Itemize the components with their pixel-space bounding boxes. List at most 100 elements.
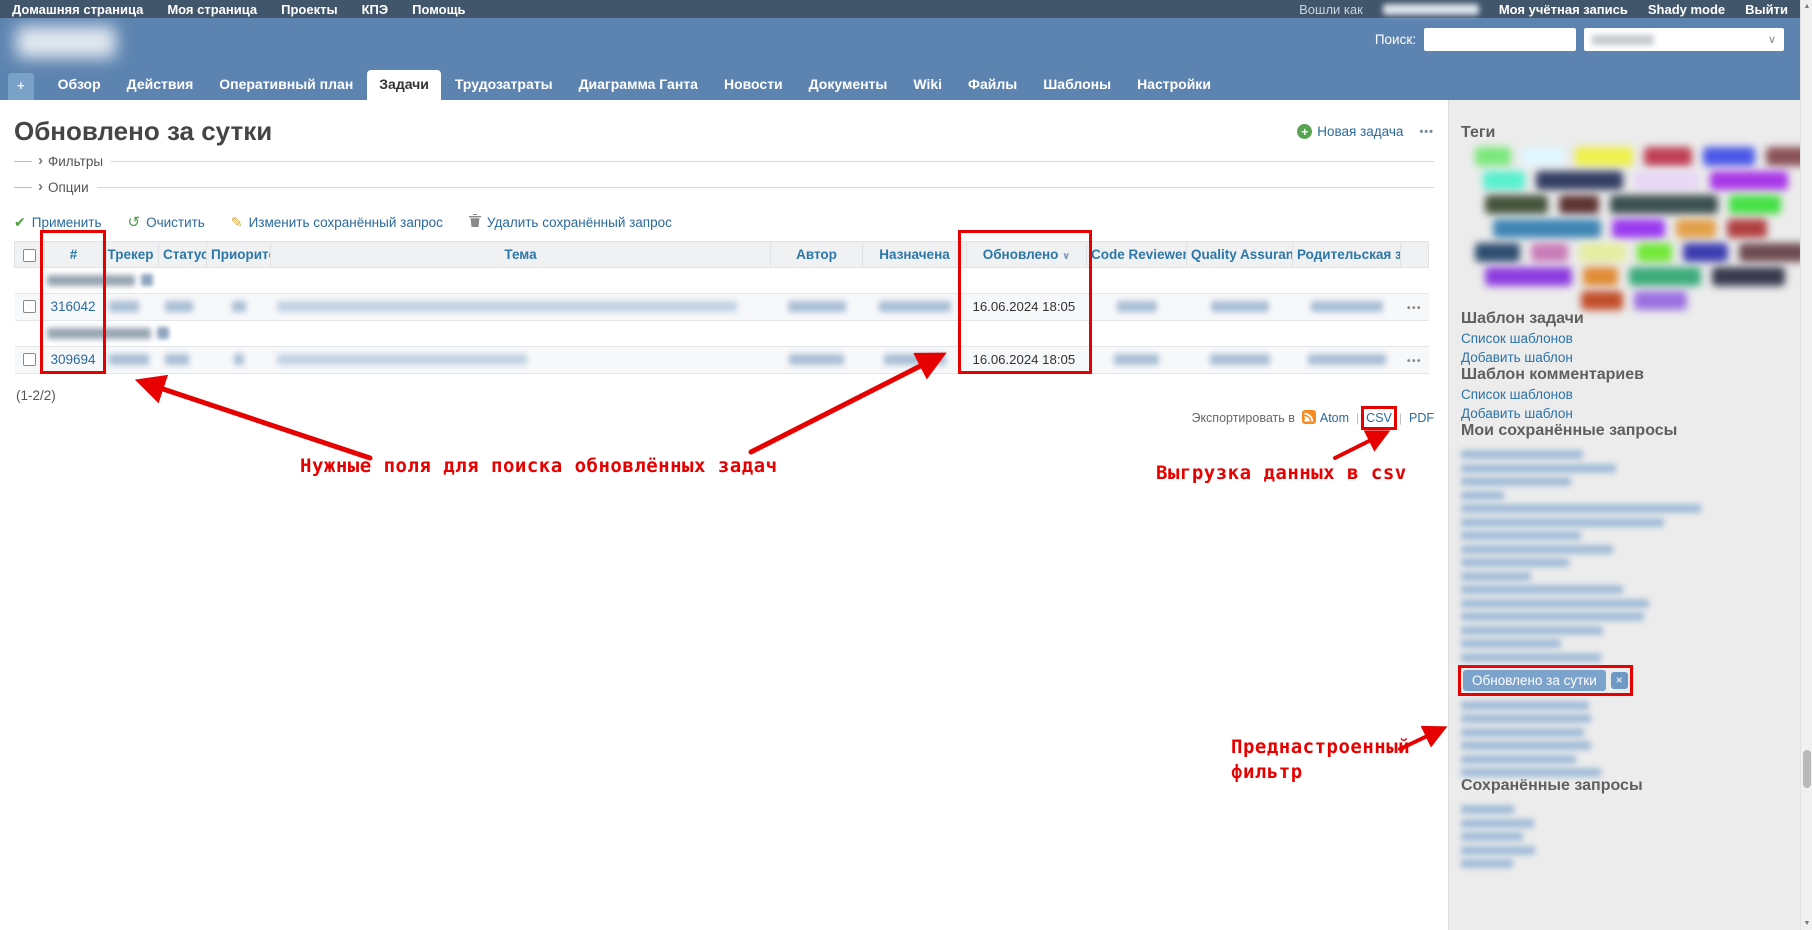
tab-overview[interactable]: Обзор [46, 70, 113, 100]
tag-pill-redacted[interactable] [1579, 243, 1626, 262]
row-checkbox[interactable] [23, 300, 36, 313]
saved-query-link-redacted[interactable] [1461, 832, 1523, 841]
tag-pill-redacted[interactable] [1766, 147, 1800, 166]
tag-pill-redacted[interactable] [1475, 147, 1511, 166]
vertical-scrollbar[interactable]: ▲ ▼ [1800, 0, 1812, 930]
tab-operational-plan[interactable]: Оперативный план [207, 70, 365, 100]
saved-query-selected[interactable]: Обновлено за сутки [1463, 670, 1606, 691]
col-header-priority[interactable]: Приоритет [207, 242, 271, 268]
menu-account[interactable]: Моя учётная запись [1499, 2, 1628, 17]
template-add-link[interactable]: Добавить шаблон [1461, 350, 1786, 366]
saved-query-link-redacted[interactable] [1461, 819, 1534, 828]
template-add-link[interactable]: Добавить шаблон [1461, 406, 1786, 422]
saved-query-link-redacted[interactable] [1461, 491, 1504, 500]
saved-query-link-redacted[interactable] [1461, 701, 1589, 710]
tag-pill-redacted[interactable] [1536, 171, 1623, 190]
col-header-id[interactable]: # [45, 242, 103, 268]
tag-pill-redacted[interactable] [1676, 219, 1716, 238]
tag-pill-redacted[interactable] [1644, 147, 1692, 166]
search-input[interactable] [1424, 28, 1576, 51]
tag-pill-redacted[interactable] [1634, 291, 1687, 310]
col-header-tracker[interactable]: Трекер [103, 242, 159, 268]
tag-pill-redacted[interactable] [1729, 195, 1781, 214]
col-header-assignee[interactable]: Назначена [863, 242, 967, 268]
select-all-checkbox[interactable] [23, 249, 36, 262]
tab-documents[interactable]: Документы [797, 70, 900, 100]
saved-query-link-redacted[interactable] [1461, 558, 1569, 567]
template-list-link[interactable]: Список шаблонов [1461, 387, 1786, 403]
tag-pill-redacted[interactable] [1522, 147, 1564, 166]
menu-shady-mode[interactable]: Shady mode [1648, 2, 1725, 17]
saved-query-link-redacted[interactable] [1461, 572, 1531, 581]
menu-kpi[interactable]: КПЭ [362, 2, 389, 17]
saved-query-link-redacted[interactable] [1461, 518, 1664, 527]
col-header-subject[interactable]: Тема [271, 242, 771, 268]
export-pdf-link[interactable]: PDF [1409, 411, 1434, 425]
col-header-status[interactable]: Статус [159, 242, 207, 268]
col-header-parent-task[interactable]: Родительская задача [1293, 242, 1401, 268]
apply-button[interactable]: ✔ Применить [14, 214, 102, 231]
saved-query-link-redacted[interactable] [1461, 859, 1513, 868]
scrollbar-thumb[interactable] [1803, 750, 1811, 788]
saved-query-link-redacted[interactable] [1461, 464, 1616, 473]
saved-query-link-redacted[interactable] [1461, 477, 1571, 486]
saved-query-link-redacted[interactable] [1461, 545, 1613, 554]
saved-query-link-redacted[interactable] [1461, 450, 1583, 459]
more-menu-button[interactable]: ••• [1419, 126, 1434, 138]
row-context-menu[interactable]: ••• [1407, 303, 1422, 314]
template-list-link[interactable]: Список шаблонов [1461, 331, 1786, 347]
scroll-down-arrow-icon[interactable]: ▼ [1801, 920, 1812, 927]
tab-spent-time[interactable]: Трудозатраты [443, 70, 565, 100]
tag-pill-redacted[interactable] [1612, 219, 1665, 238]
saved-query-link-redacted[interactable] [1461, 805, 1514, 814]
col-header-code-reviewer[interactable]: Code Reviewer [1087, 242, 1187, 268]
saved-query-link-redacted[interactable] [1461, 504, 1701, 513]
col-header-qa[interactable]: Quality Assurance [1187, 242, 1293, 268]
export-atom-link[interactable]: Atom [1302, 410, 1349, 427]
tag-pill-redacted[interactable] [1634, 171, 1699, 190]
tag-pill-redacted[interactable] [1493, 219, 1601, 238]
tag-pill-redacted[interactable] [1637, 243, 1672, 262]
options-toggle[interactable]: › Опции [14, 175, 1434, 199]
tag-pill-redacted[interactable] [1710, 171, 1788, 190]
saved-query-link-redacted[interactable] [1461, 728, 1584, 737]
tab-activity[interactable]: Действия [115, 70, 206, 100]
tab-news[interactable]: Новости [712, 70, 795, 100]
tag-pill-redacted[interactable] [1475, 243, 1520, 262]
tab-settings[interactable]: Настройки [1125, 70, 1223, 100]
saved-query-link-redacted[interactable] [1461, 531, 1581, 540]
tag-pill-redacted[interactable] [1712, 267, 1785, 286]
menu-home[interactable]: Домашняя страница [12, 2, 143, 17]
saved-query-link-redacted[interactable] [1461, 585, 1623, 594]
saved-query-link-redacted[interactable] [1461, 653, 1601, 662]
new-task-button[interactable]: + Новая задача [1297, 124, 1403, 139]
menu-my-page[interactable]: Моя страница [167, 2, 257, 17]
row-context-menu[interactable]: ••• [1407, 356, 1422, 367]
tag-pill-redacted[interactable] [1583, 267, 1618, 286]
tag-pill-redacted[interactable] [1683, 243, 1728, 262]
delete-saved-query-button[interactable]: Удалить сохранённый запрос [469, 214, 672, 230]
export-csv-link[interactable]: CSV [1366, 411, 1392, 425]
issue-id-link[interactable]: 309694 [51, 352, 96, 367]
filters-toggle[interactable]: › Фильтры [14, 149, 1434, 173]
saved-query-link-redacted[interactable] [1461, 755, 1576, 764]
tag-pill-redacted[interactable] [1610, 195, 1718, 214]
saved-query-link-redacted[interactable] [1461, 639, 1561, 648]
scroll-up-arrow-icon[interactable]: ▲ [1801, 3, 1812, 10]
tag-pill-redacted[interactable] [1575, 147, 1633, 166]
edit-saved-query-button[interactable]: ✎ Изменить сохранённый запрос [231, 214, 443, 231]
saved-query-link-redacted[interactable] [1461, 768, 1601, 777]
clear-button[interactable]: ↺ Очистить [128, 213, 205, 231]
tag-pill-redacted[interactable] [1727, 219, 1767, 238]
menu-projects[interactable]: Проекты [281, 2, 337, 17]
tab-add[interactable]: + [8, 73, 34, 100]
tag-pill-redacted[interactable] [1629, 267, 1701, 286]
saved-query-link-redacted[interactable] [1461, 846, 1535, 855]
tab-wiki[interactable]: Wiki [901, 70, 954, 100]
tab-issues[interactable]: Задачи [367, 70, 441, 100]
tab-gantt[interactable]: Диаграмма Ганта [567, 70, 710, 100]
tag-pill-redacted[interactable] [1559, 195, 1599, 214]
tag-pill-redacted[interactable] [1483, 171, 1525, 190]
menu-logout[interactable]: Выйти [1745, 2, 1788, 17]
row-checkbox[interactable] [23, 353, 36, 366]
